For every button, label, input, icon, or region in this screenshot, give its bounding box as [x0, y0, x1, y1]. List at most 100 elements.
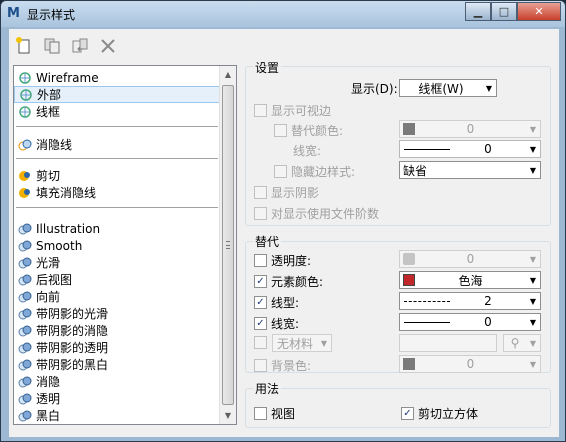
shaded-style-icon	[18, 290, 32, 304]
show-shadows-checkbox[interactable]	[254, 186, 267, 199]
view-checkbox[interactable]	[254, 407, 267, 420]
import-style-button[interactable]	[69, 35, 91, 57]
clip-cube-checkbox[interactable]: ✓	[401, 407, 414, 420]
use-file-levels-row[interactable]: 对显示使用文件阶数	[254, 205, 379, 222]
shaded-style-icon	[18, 375, 32, 389]
shaded-style-icon	[18, 392, 32, 406]
background-color-checkbox[interactable]	[254, 359, 267, 372]
list-item[interactable]: 填充消隐线	[14, 184, 220, 201]
view-row[interactable]: 视图	[254, 405, 295, 422]
list-item[interactable]: 后视图	[14, 271, 220, 288]
element-color-checkbox[interactable]: ✓	[254, 275, 267, 288]
maximize-button[interactable]: □	[491, 2, 517, 21]
material-name-field[interactable]	[399, 334, 497, 352]
list-separator	[16, 158, 218, 159]
list-item[interactable]: Wireframe	[14, 69, 220, 86]
shaded-style-icon	[18, 273, 32, 287]
list-item[interactable]: 透明	[14, 390, 220, 407]
window-title: 显示样式	[27, 8, 76, 22]
clip-cube-row[interactable]: ✓ 剪切立方体	[401, 405, 478, 422]
shaded-style-icon	[18, 222, 32, 236]
clip-style-icon	[18, 169, 32, 183]
shaded-style-icon	[18, 307, 32, 321]
element-color-row[interactable]: ✓ 元素颜色:	[254, 273, 323, 290]
list-item[interactable]: 带阴影的透明	[14, 339, 220, 356]
chevron-down-icon: ▼	[485, 83, 493, 93]
material-row[interactable]	[254, 336, 271, 349]
list-separator	[16, 126, 218, 127]
background-color-select[interactable]: 0 ▼	[399, 355, 541, 373]
list-separator	[16, 207, 218, 208]
dashed-line-sample-icon	[404, 300, 450, 302]
list-item[interactable]: 向前	[14, 288, 220, 305]
line-style-row[interactable]: ✓ 线型:	[254, 294, 299, 311]
shaded-style-icon	[18, 341, 32, 355]
override-line-weight-row[interactable]: ✓ 线宽:	[254, 315, 299, 332]
scroll-up-icon[interactable]: ▲	[220, 66, 236, 83]
alt-color-select[interactable]: 0 ▼	[399, 120, 541, 138]
show-visible-edges-row[interactable]: 显示可视边	[254, 102, 331, 119]
transparency-icon	[403, 253, 415, 265]
display-style-list[interactable]: Wireframe 外部 线框 消隐线 剪切 填充消隐线 Illustratio…	[13, 65, 237, 425]
override-line-weight-checkbox[interactable]: ✓	[254, 317, 267, 330]
line-style-checkbox[interactable]: ✓	[254, 296, 267, 309]
transparency-checkbox[interactable]	[254, 254, 267, 267]
material-mode-select[interactable]: 无材料 ▼	[272, 334, 332, 352]
display-mode-select[interactable]: 线框(W) ▼	[399, 79, 497, 97]
list-item[interactable]: 线框	[14, 103, 220, 120]
title-bar: M 显示样式 ▁ □ ✕	[1, 1, 565, 27]
element-color-select[interactable]: 色海 ▼	[399, 271, 541, 289]
background-color-row[interactable]: 背景色:	[254, 357, 311, 374]
list-item[interactable]: 消隐	[14, 373, 220, 390]
delete-style-button[interactable]	[97, 35, 119, 57]
material-checkbox[interactable]	[254, 336, 267, 349]
hidden-edge-style-checkbox[interactable]	[274, 165, 287, 178]
list-item[interactable]: 外部	[14, 86, 220, 103]
list-item[interactable]: 带阴影的黑白	[14, 356, 220, 373]
chevron-down-icon: ▼	[529, 317, 537, 327]
list-item[interactable]: 消隐线	[14, 136, 220, 153]
toolbar	[13, 33, 119, 59]
list-item[interactable]: 黑白	[14, 407, 220, 424]
alt-color-row[interactable]: 替代颜色:	[274, 122, 343, 139]
use-file-levels-checkbox[interactable]	[254, 207, 267, 220]
usage-group-title: 用法	[253, 380, 282, 397]
list-item[interactable]: 剪切	[14, 167, 220, 184]
display-label: 显示(D):	[351, 82, 398, 96]
wireframe-style-icon	[19, 88, 33, 102]
hidden-edge-style-select[interactable]: 缺省 ▼	[399, 161, 541, 179]
scroll-down-icon[interactable]: ▼	[220, 407, 236, 424]
show-visible-edges-checkbox[interactable]	[254, 104, 267, 117]
line-weight-select[interactable]: 0 ▼	[399, 140, 541, 158]
list-item[interactable]: Illustration	[14, 220, 220, 237]
shaded-style-icon	[18, 358, 32, 372]
alt-color-checkbox[interactable]	[274, 124, 287, 137]
color-swatch	[403, 123, 415, 135]
new-style-button[interactable]	[13, 35, 35, 57]
list-item[interactable]: 光滑	[14, 254, 220, 271]
list-item[interactable]: Smooth	[14, 237, 220, 254]
list-item[interactable]: 带阴影的消隐	[14, 322, 220, 339]
transparency-row[interactable]: 透明度:	[254, 252, 311, 269]
window-controls: ▁ □ ✕	[465, 2, 561, 21]
display-styles-window: M 显示样式 ▁ □ ✕ Wireframe 外部 线框 消隐线 剪切 填充消隐…	[0, 0, 566, 442]
material-browse-button[interactable]: ⚲ ▼	[503, 334, 541, 352]
line-style-select[interactable]: 2 ▼	[399, 292, 541, 310]
delete-icon	[101, 39, 115, 53]
list-scrollbar[interactable]: ▲ ▼	[219, 66, 236, 424]
chevron-down-icon: ▼	[529, 359, 537, 369]
chevron-down-icon: ▼	[320, 338, 328, 348]
transparency-select[interactable]: 0 ▼	[399, 250, 541, 268]
list-item[interactable]: 带阴影的光滑	[14, 305, 220, 322]
shaded-style-icon	[18, 324, 32, 338]
show-shadows-row[interactable]: 显示阴影	[254, 184, 319, 201]
hidden-edge-style-row[interactable]: 隐藏边样式:	[274, 163, 355, 180]
dialog-body: Wireframe 外部 线框 消隐线 剪切 填充消隐线 Illustratio…	[9, 29, 559, 437]
close-button[interactable]: ✕	[517, 2, 561, 21]
chevron-down-icon: ▼	[529, 254, 537, 264]
minimize-button[interactable]: ▁	[465, 2, 491, 21]
scroll-thumb[interactable]	[222, 85, 234, 405]
copy-style-button[interactable]	[41, 35, 63, 57]
override-line-weight-select[interactable]: 0 ▼	[399, 313, 541, 331]
search-icon: ⚲	[510, 336, 520, 350]
